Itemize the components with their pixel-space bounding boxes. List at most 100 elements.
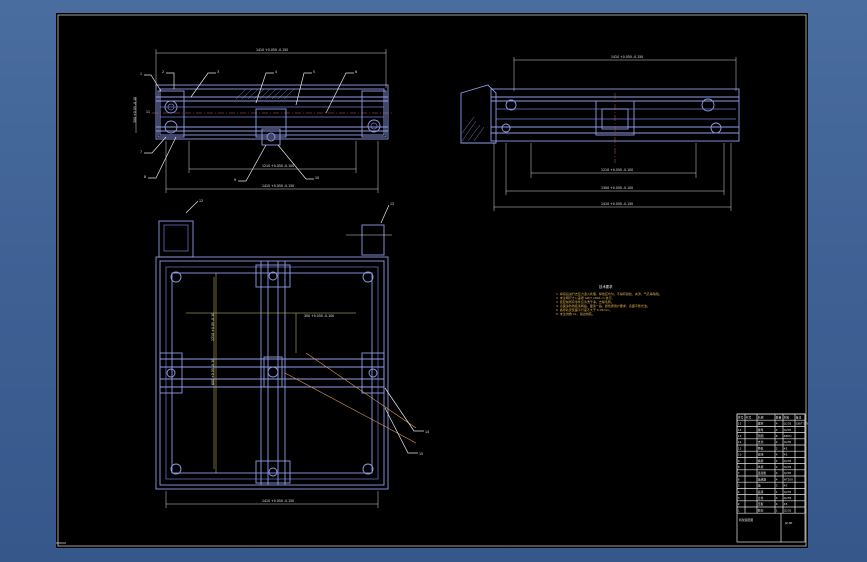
title-block-cell: 4 <box>776 477 778 481</box>
front-callout: 1 <box>140 72 142 76</box>
side-dim-c: 1410 +0.050 -0.150 <box>601 202 633 206</box>
title-block-cell: 11 <box>738 446 742 450</box>
title-block-cell: 2 <box>776 459 778 463</box>
title-block-cell: 8 <box>738 465 740 469</box>
title-block-cell: 8 <box>776 434 778 438</box>
front-callout: 7 <box>140 150 142 154</box>
drawing-canvas[interactable]: 1410 +0.050 -0.150 300 +0.05 -0.10 1210 … <box>56 13 808 548</box>
plan-dim-left2: 600 +0.05 -0.10 <box>211 359 215 385</box>
title-block-cell: 12 <box>738 440 742 444</box>
title-block: 序号代号名称数量材料备注15螺栓4Q235GB/T 578214螺母4Q2351… <box>736 413 808 543</box>
title-block-cell: Q235 <box>784 440 792 444</box>
title-block-cell: 螺母 <box>758 428 764 432</box>
title-block-cell: 滑块 <box>758 453 764 457</box>
front-bottom-dim: 1410 +0.050 -0.150 <box>262 184 294 188</box>
title-block-cell: 3 <box>738 496 740 500</box>
title-block-cell: 45 <box>784 446 788 450</box>
side-view: 1410 +0.050 -0.150 1210 +0.050 -0.100 13… <box>460 55 740 211</box>
plan-bottom-dim: 1410 +0.050 -0.150 <box>262 499 294 503</box>
title-block-cell: 9 <box>738 459 740 463</box>
title-block-cell: 6 <box>738 477 740 481</box>
plan-view: 300 +0.050 -0.100 1210 +0.05 -0.10 600 +… <box>155 200 424 508</box>
title-block-cell: 45 <box>784 453 788 457</box>
technical-notes: 技术要求 1. 焊接后进行去应力退火处理，焊缝应均匀，不得有裂纹、夹渣、气孔等缺… <box>556 284 662 316</box>
title-block-cell: 7 <box>738 471 740 475</box>
title-block-cell: 螺栓 <box>758 422 764 426</box>
title-block-cell: 10 <box>738 453 742 457</box>
title-block-cell: 4 <box>776 422 778 426</box>
side-top-dim: 1410 +0.050 -0.150 <box>611 55 643 59</box>
title-block-cell: 轴 <box>758 484 761 488</box>
drawing-border <box>57 14 807 547</box>
title-block-cell: 纵梁 <box>758 465 764 469</box>
title-block-cell: 1 <box>776 508 778 512</box>
title-block-cell: Q235 <box>784 428 792 432</box>
side-dim-a: 1210 +0.050 -0.100 <box>601 168 633 172</box>
title-block-cell: Q235 <box>784 422 792 426</box>
notes-title: 技术要求 <box>599 284 613 289</box>
title-block-cell: 1 <box>776 490 778 494</box>
title-block-cell: 45 <box>784 484 788 488</box>
title-block-cell: 4 <box>776 453 778 457</box>
title-block-cell: 13 <box>738 434 742 438</box>
title-block-cell: 1 <box>738 508 740 512</box>
front-callout: 2 <box>162 70 164 74</box>
drawing-name: 机架装配图 <box>739 518 753 522</box>
title-block-cell: Q235 <box>784 459 792 463</box>
title-block-cell: 5 <box>738 484 740 488</box>
front-view: 1410 +0.050 -0.150 300 +0.05 -0.10 1210 … <box>133 48 392 193</box>
title-block-cell: Q235 <box>784 496 792 500</box>
title-block-header-cell: 材料 <box>784 415 790 419</box>
title-block-cell: 轴承座 <box>758 477 767 481</box>
cad-drawing[interactable]: 1410 +0.050 -0.150 300 +0.05 -0.10 1210 … <box>56 13 808 548</box>
front-callout: 4 <box>275 70 277 74</box>
title-block-cell: 压板 <box>758 502 764 506</box>
title-block-cell: 4 <box>776 496 778 500</box>
title-block-cell: 4 <box>738 490 740 494</box>
front-callout: 6 <box>355 70 357 74</box>
title-block-header-cell: 代号 <box>746 415 752 419</box>
title-block-cell: 框架 <box>758 508 764 512</box>
title-block-cell: Q235 <box>784 490 792 494</box>
plan-dim-left: 1210 +0.05 -0.10 <box>211 313 215 341</box>
title-block-cell: 垫圈 <box>758 434 764 438</box>
plan-callout: 12 <box>199 199 203 203</box>
front-callout: 3 <box>217 70 219 74</box>
title-block-cell: 2 <box>776 446 778 450</box>
title-block-cell: 15 <box>738 422 742 426</box>
front-callout: 9 <box>234 178 236 182</box>
title-block-cell: 2 <box>738 502 740 506</box>
title-block-header-cell: 序号 <box>738 415 744 419</box>
plan-callout: 13 <box>390 202 394 206</box>
front-inner-dim: 1210 +0.050 -0.100 <box>262 164 294 168</box>
title-block-cell: 14 <box>738 428 742 432</box>
title-block-cell: 65Mn <box>784 434 792 438</box>
title-block-cell: 2 <box>776 484 778 488</box>
plan-callout: 14 <box>425 430 429 434</box>
front-callout: 10 <box>315 176 319 180</box>
title-block-cell: 横梁 <box>758 459 764 463</box>
title-block-header-cell: 备注 <box>796 415 802 419</box>
plan-callout: 15 <box>419 452 423 456</box>
title-block-cell: 45 <box>784 502 788 506</box>
title-block-cell: 底座 <box>758 490 764 494</box>
side-dim-b: 1300 +0.050 -0.100 <box>601 186 633 190</box>
title-block-cell: 4 <box>776 502 778 506</box>
title-block-cell: 导轨 <box>758 446 764 450</box>
title-block-cell: Q235 <box>784 471 792 475</box>
title-block-header-cell: 数量 <box>776 415 782 419</box>
title-block-cell: 支架 <box>758 440 764 444</box>
title-block-cell: 4 <box>776 471 778 475</box>
title-block-cell: HT200 <box>784 477 793 481</box>
title-block-cell: Q235 <box>784 508 792 512</box>
title-block-cell: 2 <box>776 465 778 469</box>
title-block-header-cell: 名称 <box>758 415 764 419</box>
title-block-cell: Q235 <box>784 465 792 469</box>
note-line-6: 6. 未注倒角 C1，锐边倒钝。 <box>556 311 595 316</box>
plan-dim-mid: 300 +0.050 -0.100 <box>304 314 334 318</box>
front-callout: 8 <box>144 175 146 179</box>
title-block-cell: 4 <box>776 428 778 432</box>
front-callout: 5 <box>313 70 315 74</box>
title-block-cell: 立柱 <box>758 496 764 500</box>
title-block-cell: 2 <box>776 440 778 444</box>
